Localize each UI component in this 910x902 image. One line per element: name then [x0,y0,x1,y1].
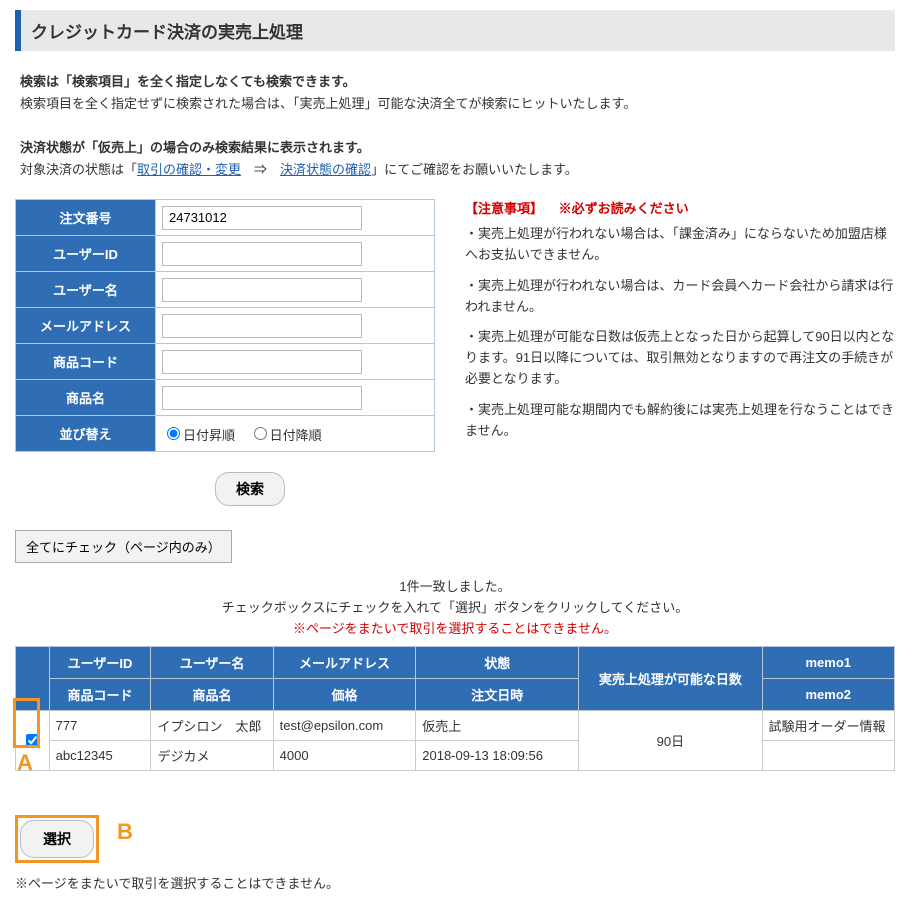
user-name-input[interactable] [162,278,362,302]
intro-line3: 決済状態が「仮売上」の場合のみ検索結果に表示されます。 [20,137,895,159]
cell-price: 4000 [273,740,416,770]
cell-days: 90日 [579,710,762,770]
label-user-name: ユーザー名 [16,272,156,308]
sort-asc-radio[interactable] [167,427,180,440]
col-memo1: memo1 [762,646,894,678]
col-memo2: memo2 [762,678,894,710]
col-user-id: ユーザーID [49,646,151,678]
callout-label-b: B [117,819,133,845]
link-status-confirm[interactable]: 決済状態の確認 [280,162,371,177]
notice-subheader: ※必ずお読みください [559,201,689,216]
result-guide: チェックボックスにチェックを入れて「選択」ボタンをクリックしてください。 [15,598,895,619]
label-user-id: ユーザーID [16,236,156,272]
notice-p3: ・実売上処理が可能な日数は仮売上となった日から起算して90日以内となります。91… [465,327,895,389]
notice-p2: ・実売上処理が行われない場合は、カード会員へカード会社から請求は行われません。 [465,276,895,318]
cell-item-name: デジカメ [151,740,273,770]
callout-box-b: 選択 [15,815,99,863]
label-order-no: 注文番号 [16,200,156,236]
result-count: 1件一致しました。 [15,577,895,598]
sort-desc-radio[interactable] [254,427,267,440]
label-email: メールアドレス [16,308,156,344]
email-input[interactable] [162,314,362,338]
label-item-name: 商品名 [16,380,156,416]
notice-p4: ・実売上処理可能な期間内でも解約後には実売上処理を行なうことはできません。 [465,400,895,442]
notice-header: 【注意事項】 [465,201,543,216]
callout-box-a [13,698,40,748]
col-status: 状態 [416,646,579,678]
cell-memo2 [762,740,894,770]
item-name-input[interactable] [162,386,362,410]
page-title: クレジットカード決済の実売上処理 [15,10,895,51]
col-email: メールアドレス [273,646,416,678]
col-price: 価格 [273,678,416,710]
item-code-input[interactable] [162,350,362,374]
table-row: abc12345 デジカメ 4000 2018-09-13 18:09:56 [16,740,895,770]
result-warn: ※ページをまたいで取引を選択することはできません。 [15,619,895,640]
foot-note: ※ページをまたいで取引を選択することはできません。 [15,873,895,892]
callout-label-a: A [17,750,33,776]
link-transaction-confirm[interactable]: 取引の確認・変更 [137,162,241,177]
intro-line4: 対象決済の状態は「取引の確認・変更 ⇒ 決済状態の確認」にてご確認をお願いいたし… [20,159,895,181]
sort-asc-label[interactable]: 日付昇順 [162,428,235,443]
order-no-input[interactable] [162,206,362,230]
result-table: ユーザーID ユーザー名 メールアドレス 状態 実売上処理が可能な日数 memo… [15,646,895,771]
label-sort: 並び替え [16,416,156,452]
cell-status: 仮売上 [416,710,579,740]
cell-email: test@epsilon.com [273,710,416,740]
sort-desc-label[interactable]: 日付降順 [249,428,322,443]
col-days: 実売上処理が可能な日数 [579,646,762,710]
table-row: 777 イプシロン 太郎 test@epsilon.com 仮売上 90日 試験… [16,710,895,740]
col-item-name: 商品名 [151,678,273,710]
label-item-code: 商品コード [16,344,156,380]
cell-user-id: 777 [49,710,151,740]
col-order-date: 注文日時 [416,678,579,710]
result-message: 1件一致しました。 チェックボックスにチェックを入れて「選択」ボタンをクリックし… [15,577,895,639]
notice-block: 【注意事項】 ※必ずお読みください ・実売上処理が行われない場合は、「課金済み」… [465,199,895,451]
cell-item-code: abc12345 [49,740,151,770]
notice-p1: ・実売上処理が行われない場合は、「課金済み」にならないため加盟店様へお支払いでき… [465,224,895,266]
user-id-input[interactable] [162,242,362,266]
intro-line2: 検索項目を全く指定せずに検索された場合は、「実売上処理」可能な決済全てが検索にヒ… [20,93,895,115]
search-area: 注文番号 ユーザーID ユーザー名 メールアドレス 商品コード 商品名 並び替え… [15,199,895,452]
col-user-name: ユーザー名 [151,646,273,678]
cell-user-name: イプシロン 太郎 [151,710,273,740]
check-all-button[interactable]: 全てにチェック（ページ内のみ） [15,530,232,563]
intro-line1: 検索は「検索項目」を全く指定しなくても検索できます。 [20,71,895,93]
cell-order-date: 2018-09-13 18:09:56 [416,740,579,770]
search-table: 注文番号 ユーザーID ユーザー名 メールアドレス 商品コード 商品名 並び替え… [15,199,435,452]
cell-memo1: 試験用オーダー情報 [762,710,894,740]
search-button[interactable]: 検索 [215,472,285,506]
intro-block: 検索は「検索項目」を全く指定しなくても検索できます。 検索項目を全く指定せずに検… [20,71,895,181]
col-item-code: 商品コード [49,678,151,710]
select-button[interactable]: 選択 [20,820,94,858]
